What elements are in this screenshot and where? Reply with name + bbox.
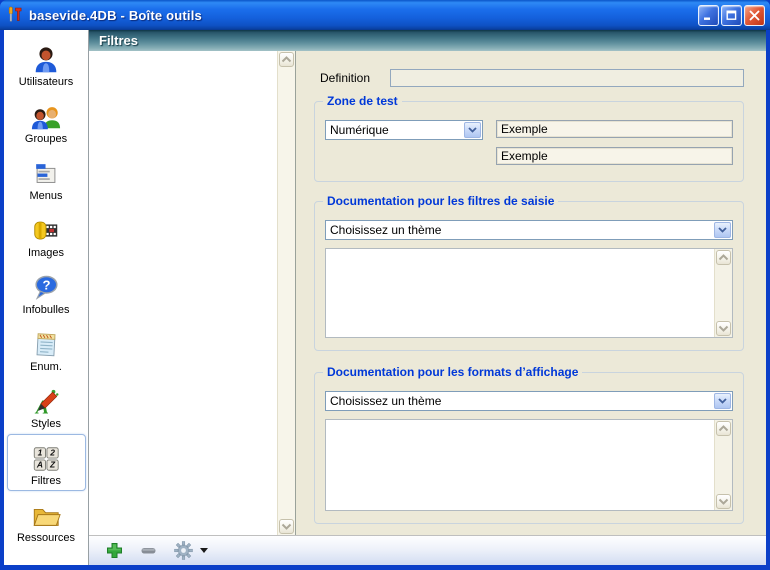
add-button[interactable]	[106, 542, 123, 559]
page-title: Filtres	[99, 33, 138, 48]
doc-affichage-content[interactable]	[326, 420, 714, 510]
test-type-dropdown[interactable]: Numérique	[325, 120, 483, 140]
window-body: Utilisateurs Groupes	[4, 30, 766, 565]
sidebar-item-images[interactable]: Images	[7, 206, 86, 263]
doc-affichage-theme-value: Choisissez un thème	[330, 394, 441, 408]
test-type-value: Numérique	[330, 123, 389, 137]
maximize-button[interactable]	[721, 5, 742, 26]
doc-affichage-theme-dropdown[interactable]: Choisissez un thème	[325, 391, 733, 411]
menu-icon	[31, 153, 61, 189]
window-title: basevide.4DB - Boîte outils	[29, 8, 696, 23]
scroll-up-button[interactable]	[716, 250, 731, 265]
sidebar-item-styles[interactable]: A Styles	[7, 377, 86, 434]
scroll-down-button[interactable]	[279, 519, 294, 534]
chevron-down-icon[interactable]	[714, 393, 731, 409]
dropdown-arrow-icon	[200, 548, 208, 553]
doc-affichage-scrollbar[interactable]	[714, 420, 732, 510]
doc-saisie-scrollbar[interactable]	[714, 249, 732, 337]
toolbox-sidebar: Utilisateurs Groupes	[4, 30, 89, 565]
title-bar[interactable]: basevide.4DB - Boîte outils	[0, 0, 770, 30]
doc-saisie-content[interactable]	[326, 249, 714, 337]
scroll-down-button[interactable]	[716, 321, 731, 336]
doc-saisie-theme-value: Choisissez un thème	[330, 223, 441, 237]
scroll-up-button[interactable]	[716, 421, 731, 436]
doc-affichage-group: Documentation pour les formats d’afficha…	[314, 372, 744, 524]
scroll-down-button[interactable]	[716, 494, 731, 509]
example-input-1[interactable]	[496, 120, 733, 138]
app-window: basevide.4DB - Boîte outils	[0, 0, 770, 570]
zone-de-test-group: Zone de test Numérique	[314, 101, 744, 182]
filter-list-scrollbar[interactable]	[277, 51, 295, 535]
notepad-icon	[31, 324, 61, 360]
user-icon	[31, 39, 61, 75]
svg-text:A: A	[36, 460, 43, 470]
doc-affichage-title: Documentation pour les formats d’afficha…	[323, 365, 582, 379]
svg-text:Z: Z	[49, 460, 56, 470]
sidebar-item-label: Utilisateurs	[19, 76, 73, 88]
paint-letter-icon: A	[31, 381, 61, 417]
sidebar-item-utilisateurs[interactable]: Utilisateurs	[7, 35, 86, 92]
toolbox-app-icon	[6, 6, 24, 24]
sidebar-item-groupes[interactable]: Groupes	[7, 92, 86, 149]
definition-label: Definition	[320, 71, 390, 85]
filter-list[interactable]	[89, 51, 296, 535]
film-icon	[31, 210, 61, 246]
help-bubble-icon: ?	[31, 267, 61, 303]
sidebar-item-label: Filtres	[31, 475, 61, 487]
doc-saisie-textarea[interactable]	[325, 248, 733, 338]
sidebar-item-label: Ressources	[17, 532, 75, 544]
doc-saisie-title: Documentation pour les filtres de saisie	[323, 194, 558, 208]
doc-saisie-theme-dropdown[interactable]: Choisissez un thème	[325, 220, 733, 240]
close-button[interactable]	[744, 5, 765, 26]
svg-text:1: 1	[38, 448, 43, 458]
sidebar-item-label: Styles	[31, 418, 61, 430]
chevron-down-icon[interactable]	[464, 122, 481, 138]
sidebar-item-filtres[interactable]: 1 2 A Z Filtres	[7, 434, 86, 491]
definition-input[interactable]	[390, 69, 744, 87]
filter-detail-panel: Definition Zone de test Numérique	[296, 51, 766, 535]
svg-text:?: ?	[42, 277, 50, 292]
sidebar-item-label: Groupes	[25, 133, 67, 145]
sidebar-item-label: Enum.	[30, 361, 62, 373]
chevron-down-icon[interactable]	[714, 222, 731, 238]
sidebar-item-label: Images	[28, 247, 64, 259]
plus-icon	[106, 542, 123, 559]
svg-text:2: 2	[49, 448, 55, 458]
list-toolbar	[89, 535, 766, 565]
gear-icon	[174, 541, 193, 560]
sidebar-item-label: Infobulles	[22, 304, 69, 316]
zone-de-test-title: Zone de test	[323, 94, 402, 108]
filter-keys-icon: 1 2 A Z	[31, 438, 61, 474]
sidebar-item-infobulles[interactable]: ? Infobulles	[7, 263, 86, 320]
doc-saisie-group: Documentation pour les filtres de saisie…	[314, 201, 744, 351]
sidebar-item-label: Menus	[29, 190, 62, 202]
page-title-bar: Filtres	[89, 30, 766, 51]
folder-icon	[31, 495, 61, 531]
minus-icon	[140, 542, 157, 559]
sidebar-item-enum[interactable]: Enum.	[7, 320, 86, 377]
doc-affichage-textarea[interactable]	[325, 419, 733, 511]
users-icon	[31, 96, 61, 132]
minimize-button[interactable]	[698, 5, 719, 26]
remove-button[interactable]	[140, 542, 157, 559]
main-area: Filtres De	[89, 30, 766, 565]
actions-menu-button[interactable]	[174, 541, 208, 560]
sidebar-item-menus[interactable]: Menus	[7, 149, 86, 206]
sidebar-item-ressources[interactable]: Ressources	[7, 491, 86, 548]
example-input-2[interactable]	[496, 147, 733, 165]
scroll-up-button[interactable]	[279, 52, 294, 67]
